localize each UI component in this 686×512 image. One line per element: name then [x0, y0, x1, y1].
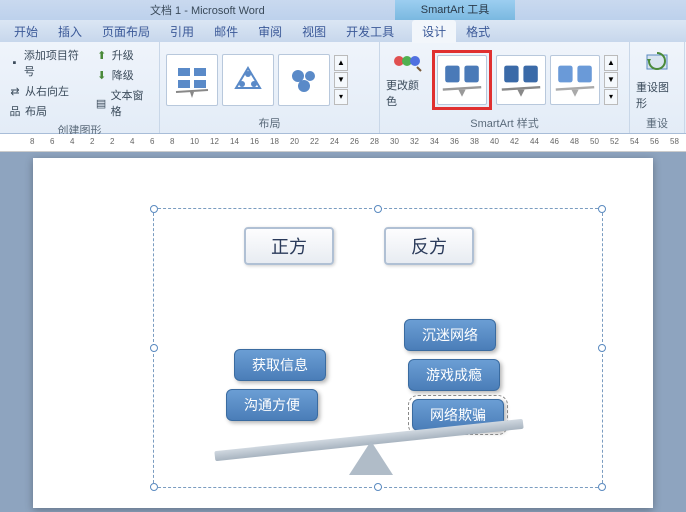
- tab-review[interactable]: 审阅: [248, 20, 292, 43]
- group-reset: 重设图形 重设: [630, 42, 685, 133]
- demote-button[interactable]: ⬇ 降级: [93, 66, 153, 84]
- horizontal-ruler: document.write(JSON.parse(document.getEl…: [0, 134, 686, 152]
- layout-gallery-up[interactable]: ▲: [334, 55, 348, 71]
- reset-graphic-button[interactable]: 重设图形: [636, 49, 678, 111]
- group-smartart-styles: 更改颜色 ▲ ▼ ▾ SmartArt 样式: [380, 42, 630, 133]
- resize-handle[interactable]: [598, 205, 606, 213]
- tab-developer[interactable]: 开发工具: [336, 20, 404, 43]
- smartart-node[interactable]: 获取信息: [234, 349, 326, 381]
- style-option-2[interactable]: [496, 55, 546, 105]
- smartart-node[interactable]: 沉迷网络: [404, 319, 496, 351]
- page: 正方 反方 获取信息 沟通方便 沉迷网络 游戏成瘾 网络欺骗: [33, 158, 653, 508]
- tab-view[interactable]: 视图: [292, 20, 336, 43]
- layout-option-2[interactable]: [222, 54, 274, 106]
- tab-insert[interactable]: 插入: [48, 20, 92, 43]
- document-area: 正方 反方 获取信息 沟通方便 沉迷网络 游戏成瘾 网络欺骗: [0, 152, 686, 512]
- tab-mailings[interactable]: 邮件: [204, 20, 248, 43]
- rtl-icon: ⇄: [8, 84, 22, 98]
- demote-icon: ⬇: [95, 68, 109, 82]
- contextual-tool-title: SmartArt 工具: [395, 0, 515, 20]
- smartart-node[interactable]: 沟通方便: [226, 389, 318, 421]
- style-gallery-down[interactable]: ▼: [604, 72, 618, 88]
- layout-option-3[interactable]: [278, 54, 330, 106]
- text-pane-icon: ▤: [95, 96, 108, 110]
- reset-icon: [643, 49, 671, 77]
- resize-handle[interactable]: [374, 205, 382, 213]
- resize-handle[interactable]: [150, 344, 158, 352]
- balance-title-left[interactable]: 正方: [244, 227, 334, 265]
- style-option-3[interactable]: [550, 55, 600, 105]
- promote-button[interactable]: ⬆ 升级: [93, 46, 153, 64]
- text-pane-button[interactable]: ▤ 文本窗格: [93, 86, 153, 120]
- tab-references[interactable]: 引用: [160, 20, 204, 43]
- balance-fulcrum: [349, 441, 393, 475]
- group-create-graphic: ▪ 添加项目符号 ⇄ 从右向左 品 布局 ⬆ 升级 ⬇: [0, 42, 160, 133]
- layout-gallery-down[interactable]: ▼: [334, 72, 348, 88]
- resize-handle[interactable]: [598, 344, 606, 352]
- add-bullet-button[interactable]: ▪ 添加项目符号: [6, 46, 87, 80]
- style-gallery-more[interactable]: ▾: [604, 89, 618, 105]
- style-gallery-up[interactable]: ▲: [604, 55, 618, 71]
- ribbon: ▪ 添加项目符号 ⇄ 从右向左 品 布局 ⬆ 升级 ⬇: [0, 42, 686, 134]
- resize-handle[interactable]: [150, 483, 158, 491]
- layout-option-1[interactable]: [166, 54, 218, 106]
- tab-page-layout[interactable]: 页面布局: [92, 20, 160, 43]
- document-title: 文档 1 - Microsoft Word: [150, 2, 265, 18]
- colors-icon: [391, 51, 423, 75]
- resize-handle[interactable]: [374, 483, 382, 491]
- smartart-node[interactable]: 游戏成瘾: [408, 359, 500, 391]
- ribbon-tabs: 开始 插入 页面布局 引用 邮件 审阅 视图 开发工具 设计 格式: [0, 20, 686, 42]
- layout-icon: 品: [8, 104, 22, 118]
- group-label-reset: 重设: [636, 113, 678, 131]
- balance-title-right[interactable]: 反方: [384, 227, 474, 265]
- style-option-1[interactable]: [437, 55, 487, 105]
- layout-gallery-more[interactable]: ▾: [334, 89, 348, 105]
- resize-handle[interactable]: [150, 205, 158, 213]
- resize-handle[interactable]: [598, 483, 606, 491]
- layout-button[interactable]: 品 布局: [6, 102, 87, 120]
- tab-design[interactable]: 设计: [412, 20, 456, 43]
- highlighted-style: [432, 50, 492, 110]
- change-colors-button[interactable]: 更改颜色: [386, 51, 428, 109]
- group-label-layout: 布局: [166, 113, 373, 131]
- tab-home[interactable]: 开始: [4, 20, 48, 43]
- rtl-button[interactable]: ⇄ 从右向左: [6, 82, 87, 100]
- title-bar: 文档 1 - Microsoft Word SmartArt 工具: [0, 0, 686, 20]
- promote-icon: ⬆: [95, 48, 109, 62]
- tab-format[interactable]: 格式: [456, 20, 500, 43]
- group-label-styles: SmartArt 样式: [386, 113, 623, 131]
- bullet-icon: ▪: [8, 56, 21, 70]
- group-layout: ▲ ▼ ▾ 布局: [160, 42, 380, 133]
- smartart-graphic[interactable]: 正方 反方 获取信息 沟通方便 沉迷网络 游戏成瘾 网络欺骗: [153, 208, 603, 488]
